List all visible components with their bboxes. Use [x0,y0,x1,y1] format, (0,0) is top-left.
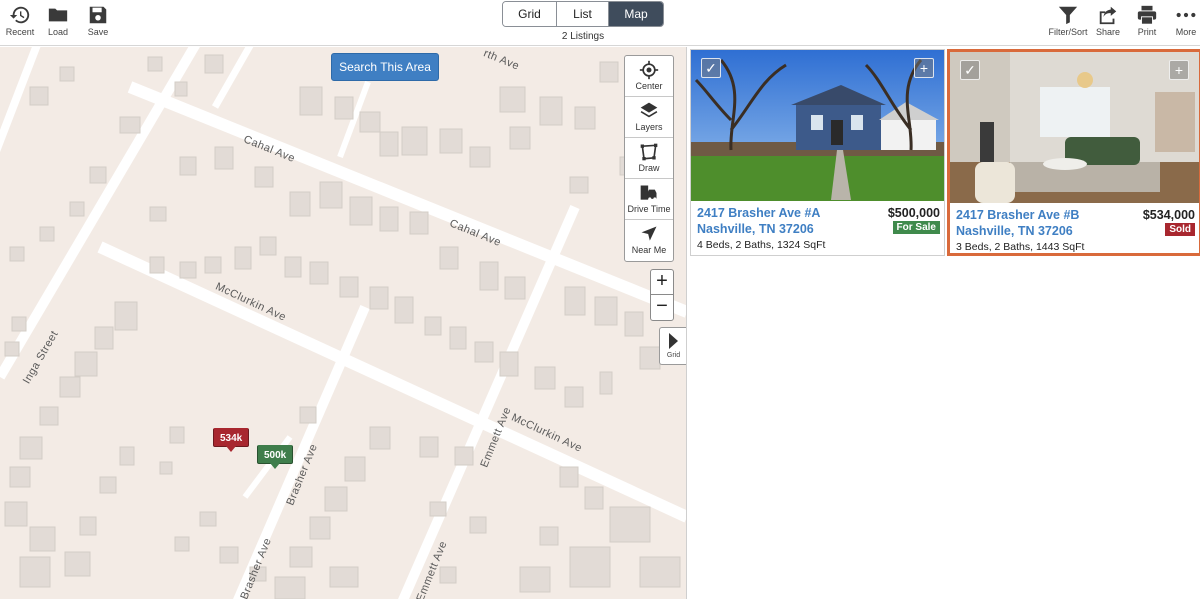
select-checkbox[interactable]: ✓ [701,58,721,78]
add-to-collection-button[interactable]: + [1169,60,1189,80]
listing-count: 2 Listings [561,31,605,42]
share-label: Share [1095,27,1121,37]
tab-grid[interactable]: Grid [503,2,557,26]
save-icon [89,6,107,24]
search-this-area-button[interactable]: Search This Area [331,53,439,81]
filter-sort-button[interactable]: Filter/Sort [1048,4,1088,37]
crosshair-icon [639,60,659,80]
center-control[interactable]: Center [625,56,673,97]
listing-price: $534,000 [1142,208,1195,222]
drive-time-icon [640,185,657,201]
listing-address-line2[interactable]: Nashville, TN 37206 [956,224,1195,238]
view-mode-toggle: Grid List Map [502,1,664,27]
listing-price: $500,000 [887,206,940,220]
zoom-out-button[interactable]: − [651,295,673,320]
folder-icon [48,8,68,22]
living-room-photo [950,52,1199,203]
near-me-control[interactable]: Near Me [625,220,673,261]
map-view[interactable]: Cahal Ave Cahal Ave McClurkin Ave McClur… [0,47,687,599]
drive-time-control[interactable]: Drive Time [625,179,673,220]
map-pin-534k[interactable]: 534k [213,428,250,452]
listing-photo[interactable]: ✓ + [691,50,944,201]
map-pin-500k[interactable]: 500k [257,445,294,469]
listing-details: 3 Beds, 2 Baths, 1443 SqFt [956,241,1085,253]
draw-icon [640,143,658,161]
layers-icon [640,102,658,118]
print-icon [1137,5,1157,25]
triangle-right-icon [669,333,678,349]
house-exterior-photo [691,50,944,201]
listings-panel: ✓ + 2417 Brasher Ave #A Nashville, TN 37… [688,47,1200,599]
near-me-icon [641,226,657,241]
grid-panel-toggle[interactable]: Grid [659,327,686,365]
top-toolbar: Recent Load Save Grid List Map 2 Listing… [0,0,1200,46]
more-button[interactable]: More [1166,4,1200,37]
center-label: Center [635,81,663,91]
filter-icon [1058,6,1078,25]
tab-map[interactable]: Map [609,2,663,26]
select-checkbox[interactable]: ✓ [960,60,980,80]
more-icon [1176,12,1196,18]
draw-control[interactable]: Draw [625,138,673,179]
layers-control[interactable]: Layers [625,97,673,138]
more-label: More [1175,27,1197,37]
grid-panel-toggle-label: Grid [666,352,681,359]
share-icon [1099,6,1117,25]
status-badge: Sold [1165,223,1195,236]
share-button[interactable]: Share [1088,4,1128,37]
drive-time-label: Drive Time [627,204,671,214]
print-button[interactable]: Print [1127,4,1167,37]
draw-label: Draw [638,163,660,173]
zoom-in-button[interactable]: + [651,270,673,295]
map-controls: Center Layers Draw Drive Time Near Me [624,55,674,262]
tab-list[interactable]: List [557,2,609,26]
listing-card[interactable]: ✓ + 2417 Brasher Ave #A Nashville, TN 37… [690,49,945,256]
print-label: Print [1137,27,1157,37]
zoom-controls: + − [650,269,674,321]
layers-label: Layers [635,122,663,132]
map-base-layer [0,47,686,599]
listing-card-selected[interactable]: ✓ + 2417 Brasher Ave #B Nashville, TN 37… [947,49,1200,256]
listing-details: 4 Beds, 2 Baths, 1324 SqFt [697,239,826,251]
status-badge: For Sale [892,221,940,234]
listing-info: 2417 Brasher Ave #B Nashville, TN 37206 … [950,203,1199,253]
history-icon [9,6,30,24]
listing-photo[interactable]: ✓ + [950,52,1199,203]
add-to-collection-button[interactable]: + [914,58,934,78]
near-me-label: Near Me [631,245,667,255]
filter-sort-label: Filter/Sort [1048,27,1088,37]
listing-info: 2417 Brasher Ave #A Nashville, TN 37206 … [691,201,944,255]
